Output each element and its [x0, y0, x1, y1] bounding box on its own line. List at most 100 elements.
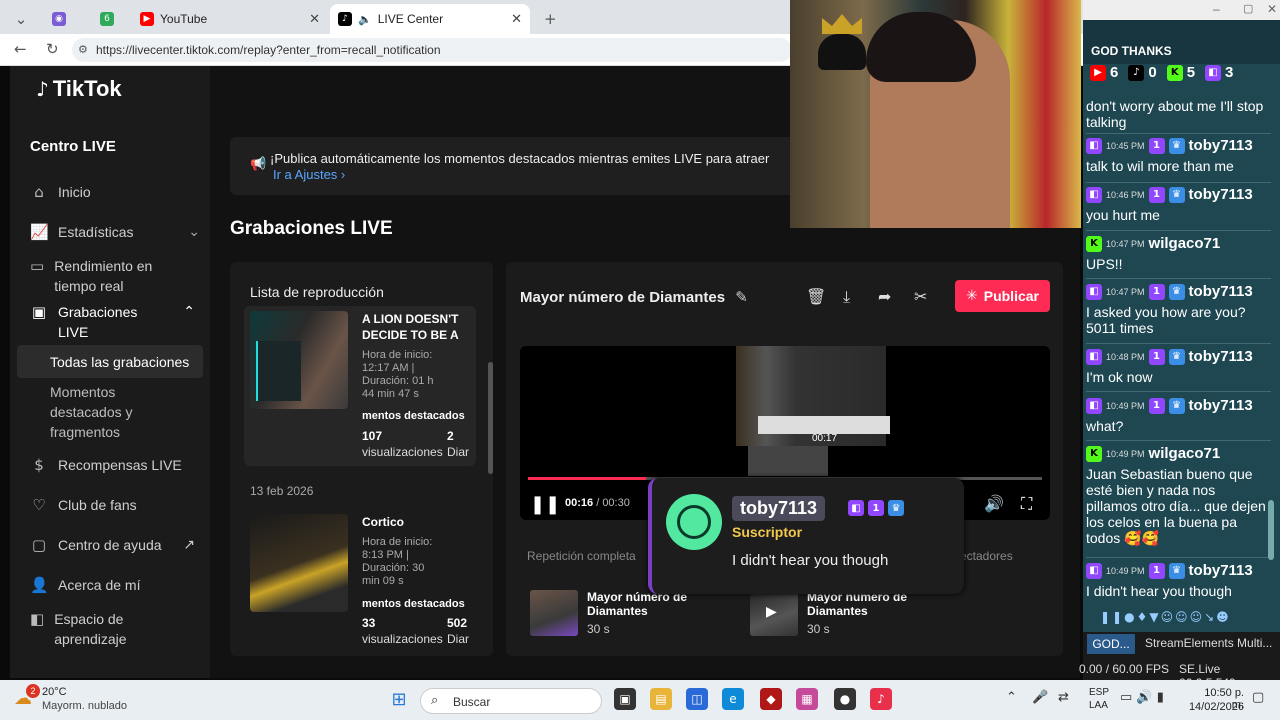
tray-chevron-icon[interactable]: ⌃ — [1006, 690, 1017, 705]
autopublish-banner: 📢 ¡Publica automáticamente los momentos … — [230, 137, 800, 195]
share-icon[interactable]: ➦ — [878, 287, 891, 306]
highlights-label: mentos destacados — [362, 598, 465, 610]
delete-icon[interactable]: 🗑 — [806, 287, 826, 306]
url-field[interactable]: ⚙ https://livecenter.tiktok.com/replay?e… — [72, 38, 792, 62]
emote-bar[interactable]: ❚❚●♦▼☺☺☺↘☻ — [1100, 610, 1270, 626]
chat-header-title: GOD THANKS — [1091, 44, 1172, 58]
youtube-count: 6 — [1110, 64, 1119, 81]
volume-icon[interactable]: 🔊 — [984, 494, 1004, 513]
antivirus-icon[interactable]: ◆ — [760, 688, 782, 710]
highlights-label: mentos destacados — [362, 410, 465, 422]
scissors-icon[interactable]: ✂ — [914, 287, 927, 306]
tab-list-button[interactable]: ⌄ — [6, 4, 36, 34]
webcam-cap — [818, 34, 866, 70]
site-info-icon[interactable]: ⚙ — [78, 38, 88, 62]
new-tab-button[interactable]: + — [536, 4, 560, 34]
maximize-icon[interactable]: ▢ — [1243, 2, 1253, 15]
sub-badge-icon: 1 — [1148, 398, 1165, 414]
chat-tab-streamelements[interactable]: StreamElements Multi... — [1145, 636, 1272, 650]
scrollbar[interactable] — [488, 362, 493, 474]
kick-count: 5 — [1186, 64, 1196, 81]
clock-date[interactable]: 14/02/2026 — [1186, 701, 1244, 713]
fps-readout: 0.00 / 60.00 FPS — [1079, 662, 1170, 676]
lang-secondary[interactable]: LAA — [1089, 700, 1108, 711]
mic-icon[interactable]: 🎤 — [1032, 690, 1048, 705]
lang-primary[interactable]: ESP — [1089, 687, 1109, 698]
nav-club-fans[interactable]: ♡ Club de fans — [30, 495, 136, 515]
tab-full-replay[interactable]: Repetición completa — [527, 549, 636, 563]
nav-acerca[interactable]: 👤 Acerca de mí — [30, 575, 140, 595]
tab-pinned-2[interactable]: 6 — [92, 4, 130, 34]
message-user[interactable]: toby7113 — [1189, 284, 1253, 300]
network-icon[interactable]: ▭ 🔊 ▮ — [1120, 690, 1164, 705]
edge-icon[interactable]: e — [722, 688, 744, 710]
close-window-icon[interactable]: ✕ — [1267, 2, 1277, 16]
tiktok-logo[interactable]: ♪ TikTok — [36, 76, 122, 102]
fullscreen-icon[interactable]: ⛶ — [1021, 494, 1032, 514]
nav-recompensas[interactable]: $ Recompensas LIVE — [30, 455, 182, 475]
nav-centro-ayuda[interactable]: ▢ Centro de ayuda ↗ — [30, 535, 195, 555]
download-icon[interactable]: ⤓ — [843, 287, 850, 307]
message-user[interactable]: wilgaco71 — [1149, 446, 1221, 462]
minimize-icon[interactable]: – — [1213, 2, 1220, 16]
divider — [1086, 343, 1271, 344]
reload-icon[interactable]: ↻ — [46, 40, 59, 58]
close-tab-icon[interactable]: ✕ — [309, 11, 320, 27]
chat-message: ◧ 10:47 PM 1 ♛ toby7113 I asked you how are … — [1086, 282, 1268, 336]
publish-button[interactable]: ✳ Publicar — [955, 280, 1050, 312]
pause-icon[interactable]: ❚❚ — [530, 494, 560, 515]
subnav-momentos[interactable]: Momentos destacados y fragmentos — [50, 382, 160, 442]
chat-tab-god[interactable]: GOD... — [1087, 634, 1135, 654]
banner-link[interactable]: Ir a Ajustes › — [273, 167, 345, 182]
chat-message: ◧ 10:46 PM 1 ♛ toby7113 you hurt me — [1086, 185, 1268, 223]
nav-inicio[interactable]: ⌂ Inicio — [30, 182, 90, 202]
message-user[interactable]: toby7113 — [1189, 187, 1253, 203]
windows-start-icon[interactable]: ⊞ — [388, 688, 410, 710]
subnav-todas[interactable]: Todas las grabaciones — [50, 352, 189, 372]
divider — [1086, 133, 1271, 134]
message-user[interactable]: toby7113 — [1189, 398, 1253, 414]
nav-rendimiento[interactable]: ▭ Rendimiento en tiempo real — [30, 256, 190, 296]
close-tab-icon[interactable]: ✕ — [511, 11, 522, 27]
twitch-icon: ◧ — [1086, 349, 1102, 365]
chat-message: ◧ 10:49 PM 1 ♛ toby7113 what? — [1086, 396, 1268, 434]
message-user[interactable]: toby7113 — [1189, 138, 1253, 154]
task-view-icon[interactable]: ▣ — [614, 688, 636, 710]
page-title: Grabaciones LIVE — [230, 218, 393, 239]
twitch-icon: ◧ — [1086, 284, 1102, 300]
message-user[interactable]: toby7113 — [1189, 349, 1253, 365]
store-icon[interactable]: ◫ — [686, 688, 708, 710]
speaker-icon[interactable]: 🔈 — [358, 13, 372, 26]
tab-youtube[interactable]: ▶ YouTube ✕ — [132, 4, 328, 34]
play-icon: ▶ — [766, 604, 777, 620]
nav-grabaciones[interactable]: ▣ Grabaciones LIVE ⌃ — [30, 302, 195, 342]
share-tray-icon[interactable]: ⇄ — [1058, 690, 1069, 705]
file-explorer-icon[interactable]: ▤ — [650, 688, 672, 710]
recording-thumbnail[interactable] — [250, 311, 348, 409]
nav-aprendizaje[interactable]: ◧ Espacio de aprendizaje — [30, 609, 160, 649]
recording-thumbnail[interactable] — [250, 514, 348, 612]
notifications-icon[interactable]: ▢ — [1252, 690, 1264, 705]
tab-live-center[interactable]: ♪ 🔈 LIVE Center ✕ — [330, 4, 530, 34]
message-time: 10:46 PM — [1106, 190, 1145, 200]
clip-card[interactable]: ▶ Mayor número de Diamantes 30 s — [740, 588, 950, 643]
back-icon[interactable]: ← — [14, 40, 27, 58]
tab-viewers[interactable]: ectadores — [960, 549, 1013, 563]
obs-icon[interactable]: ● — [834, 688, 856, 710]
webcam-overlay — [790, 0, 1081, 228]
nav-estadisticas[interactable]: 📈 Estadísticas ⌄ — [30, 222, 200, 242]
app-icon[interactable]: ▦ — [796, 688, 818, 710]
home-icon: ⌂ — [34, 183, 44, 201]
message-user[interactable]: toby7113 — [1189, 563, 1253, 579]
diamonds-count: 502 — [447, 616, 468, 630]
clip-card[interactable]: Mayor número de Diamantes 30 s — [520, 588, 730, 643]
tab-pinned-1[interactable]: ◉ — [44, 4, 84, 34]
tiktok-live-icon[interactable]: ♪ — [870, 688, 892, 710]
taskbar-search[interactable]: ⌕ Buscar — [420, 688, 602, 714]
edit-icon[interactable]: ✎ — [735, 288, 748, 306]
message-user[interactable]: wilgaco71 — [1149, 236, 1221, 252]
chat-scrollbar[interactable] — [1268, 500, 1274, 560]
chat-window-titlebar: – ▢ ✕ — [1083, 0, 1280, 20]
logo-text: TikTok — [52, 76, 122, 101]
message-time: 10:47 PM — [1106, 239, 1145, 249]
